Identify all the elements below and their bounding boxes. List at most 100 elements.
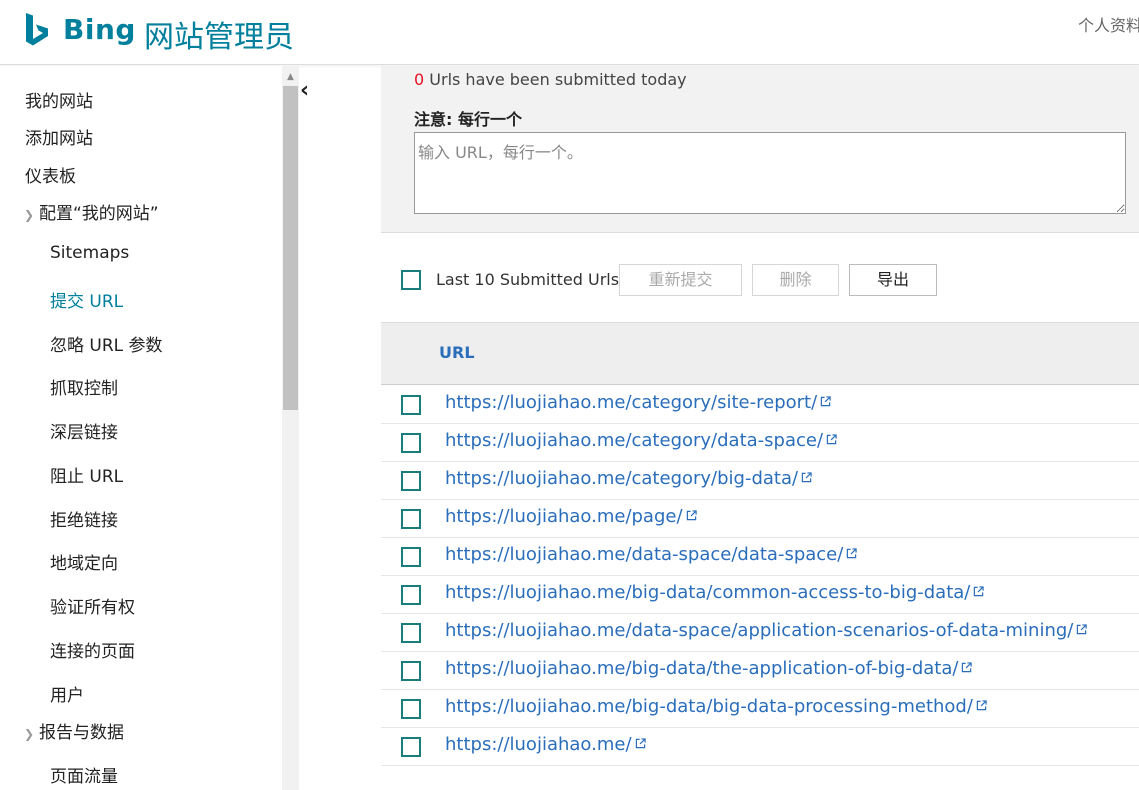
external-link-icon [820, 396, 831, 407]
column-header-url[interactable]: URL [439, 343, 475, 362]
url-text: https://luojiahao.me/page/ [445, 506, 683, 527]
url-link[interactable]: https://luojiahao.me/big-data/big-data-p… [445, 696, 987, 717]
brand-name[interactable]: Bing [63, 13, 136, 46]
sidebar-item-label: 连接的页面 [50, 642, 135, 662]
sidebar-item-label: 用户 [50, 686, 84, 706]
bing-logo-icon[interactable] [24, 12, 52, 48]
sidebar-scroll-thumb[interactable] [283, 86, 298, 410]
table-row: https://luojiahao.me/category/data-space… [381, 424, 1139, 462]
table-row: https://luojiahao.me/data-space/applicat… [381, 614, 1139, 652]
sidebar-item[interactable]: 用户 [50, 681, 84, 706]
url-link[interactable]: https://luojiahao.me/big-data/common-acc… [445, 582, 985, 603]
external-link-icon [635, 738, 646, 749]
url-link[interactable]: https://luojiahao.me/data-space/applicat… [445, 620, 1088, 641]
top-header: Bing 网站管理员 个人资料 [0, 0, 1139, 65]
collapse-sidebar-chevron-icon[interactable]: ‹ [300, 76, 320, 106]
last-submitted-label: Last 10 Submitted Urls [436, 270, 620, 289]
sidebar-item[interactable]: 抓取控制 [50, 374, 118, 399]
sidebar-nav: 我的网站添加网站仪表板 ❯ 配置“我的网站” Sitemaps 提交 URL 忽略 URL… [0, 66, 282, 790]
table-row: https://luojiahao.me/big-data/the-applic… [381, 652, 1139, 690]
external-link-icon [847, 548, 858, 559]
sidebar-item-label: 我的网站 [25, 92, 93, 112]
profile-link[interactable]: 个人资料 [1078, 12, 1139, 36]
sidebar-item[interactable]: 忽略 URL 参数 [50, 331, 163, 356]
url-text: https://luojiahao.me/data-space/applicat… [445, 620, 1074, 641]
url-input[interactable] [414, 132, 1126, 214]
delete-button[interactable]: 删除 [752, 264, 839, 296]
external-link-icon [826, 434, 837, 445]
sidebar-item-label: 添加网站 [25, 129, 93, 149]
url-text: https://luojiahao.me/category/big-data/ [445, 468, 799, 489]
sidebar-item[interactable]: 地域定向 [50, 549, 118, 574]
sidebar-item-label: 拒绝链接 [50, 511, 118, 531]
sidebar-item[interactable]: 提交 URL [50, 287, 123, 312]
table-row: https://luojiahao.me/category/site-repor… [381, 386, 1139, 424]
external-link-icon [976, 700, 987, 711]
url-link[interactable]: https://luojiahao.me/category/site-repor… [445, 392, 831, 413]
export-button[interactable]: 导出 [849, 264, 937, 296]
row-checkbox[interactable] [401, 623, 421, 643]
sidebar-item[interactable]: 验证所有权 [50, 593, 135, 618]
sidebar-item[interactable]: 拒绝链接 [50, 506, 118, 531]
sidebar-item-label: 配置“我的网站” [39, 204, 159, 224]
url-link[interactable]: https://luojiahao.me/category/big-data/ [445, 468, 812, 489]
resubmit-button[interactable]: 重新提交 [619, 264, 742, 296]
scroll-up-arrow-icon[interactable]: ▲ [282, 70, 299, 84]
sidebar-item-label: 阻止 URL [50, 467, 124, 487]
sidebar-item-label: 提交 URL [50, 292, 124, 312]
sidebar-item-label: 仪表板 [25, 167, 76, 187]
sidebar-item-label: 抓取控制 [50, 379, 118, 399]
url-text: https://luojiahao.me/data-space/data-spa… [445, 544, 844, 565]
sidebar-item[interactable]: 页面流量 [50, 762, 118, 787]
row-checkbox[interactable] [401, 547, 421, 567]
url-text: https://luojiahao.me/big-data/the-applic… [445, 658, 959, 679]
sidebar-item[interactable]: 连接的页面 [50, 637, 135, 662]
sidebar-item[interactable]: 我的网站 [25, 87, 93, 112]
url-link[interactable]: https://luojiahao.me/big-data/the-applic… [445, 658, 973, 679]
sidebar-item-label: 页面流量 [50, 767, 118, 787]
row-checkbox[interactable] [401, 395, 421, 415]
row-checkbox[interactable] [401, 699, 421, 719]
sidebar-item[interactable]: Sitemaps [50, 243, 129, 263]
row-checkbox[interactable] [401, 433, 421, 453]
chevron-right-icon: ❯ [24, 208, 35, 222]
url-text: https://luojiahao.me/big-data/common-acc… [445, 582, 971, 603]
submitted-today-status: 0 Urls have been submitted today [414, 70, 687, 89]
row-checkbox[interactable] [401, 737, 421, 757]
row-checkbox[interactable] [401, 471, 421, 491]
sidebar-item[interactable]: ❯ 报告与数据 [24, 718, 124, 743]
note-label: 注意: 每行一个 [414, 110, 522, 129]
select-all-checkbox[interactable] [401, 270, 421, 290]
table-row: https://luojiahao.me/page/ [381, 500, 1139, 538]
sidebar-item[interactable]: 仪表板 [25, 162, 76, 187]
table-row: https://luojiahao.me/category/big-data/ [381, 462, 1139, 500]
url-link[interactable]: https://luojiahao.me/category/data-space… [445, 430, 837, 451]
submitted-text: Urls have been submitted today [424, 70, 687, 89]
url-link[interactable]: https://luojiahao.me/data-space/data-spa… [445, 544, 858, 565]
external-link-icon [686, 510, 697, 521]
sidebar-item[interactable]: 深层链接 [50, 418, 118, 443]
external-link-icon [801, 472, 812, 483]
url-text: https://luojiahao.me/category/data-space… [445, 430, 824, 451]
row-checkbox[interactable] [401, 585, 421, 605]
sidebar-item[interactable]: 阻止 URL [50, 462, 123, 487]
sidebar-item[interactable]: ❯ 配置“我的网站” [24, 199, 159, 224]
url-link[interactable]: https://luojiahao.me/ [445, 734, 646, 755]
row-checkbox[interactable] [401, 661, 421, 681]
url-link[interactable]: https://luojiahao.me/page/ [445, 506, 697, 527]
external-link-icon [962, 662, 973, 673]
sidebar-item-label: Sitemaps [50, 243, 130, 263]
chevron-right-icon: ❯ [24, 727, 35, 741]
table-header [381, 322, 1139, 385]
row-checkbox[interactable] [401, 509, 421, 529]
sidebar-item-label: 验证所有权 [50, 598, 135, 618]
url-text: https://luojiahao.me/big-data/big-data-p… [445, 696, 973, 717]
table-row: https://luojiahao.me/ [381, 728, 1139, 766]
url-text: https://luojiahao.me/ [445, 734, 632, 755]
sidebar-item-label: 地域定向 [50, 554, 118, 574]
sidebar-item-label: 深层链接 [50, 423, 118, 443]
sidebar-item[interactable]: 添加网站 [25, 124, 93, 149]
table-row: https://luojiahao.me/big-data/common-acc… [381, 576, 1139, 614]
submitted-count: 0 [414, 70, 425, 89]
external-link-icon [1077, 624, 1088, 635]
